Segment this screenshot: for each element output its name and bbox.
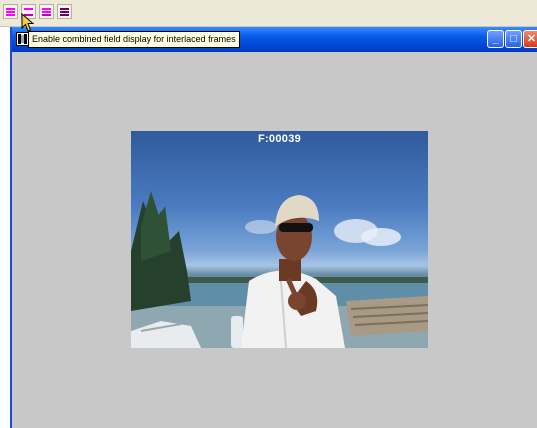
field-display-bottom-button[interactable] bbox=[39, 4, 54, 19]
toolbar bbox=[0, 0, 537, 27]
video-window: _ □ ✕ F:00039 bbox=[10, 27, 537, 428]
minimize-icon: _ bbox=[492, 33, 499, 45]
maximize-button[interactable]: □ bbox=[505, 30, 522, 48]
frame-counter: F:00039 bbox=[257, 133, 302, 145]
minimize-button[interactable]: _ bbox=[487, 30, 504, 48]
close-button[interactable]: ✕ bbox=[523, 30, 537, 48]
field-display-combined-button[interactable] bbox=[3, 4, 18, 19]
mouse-pointer-icon bbox=[21, 13, 35, 32]
close-icon: ✕ bbox=[526, 33, 537, 45]
video-image bbox=[131, 191, 428, 348]
maximize-icon: □ bbox=[510, 33, 517, 45]
video-frame: F:00039 bbox=[131, 131, 428, 348]
tooltip: Enable combined field display for interl… bbox=[28, 31, 240, 48]
field-display-separate-button[interactable] bbox=[57, 4, 72, 19]
